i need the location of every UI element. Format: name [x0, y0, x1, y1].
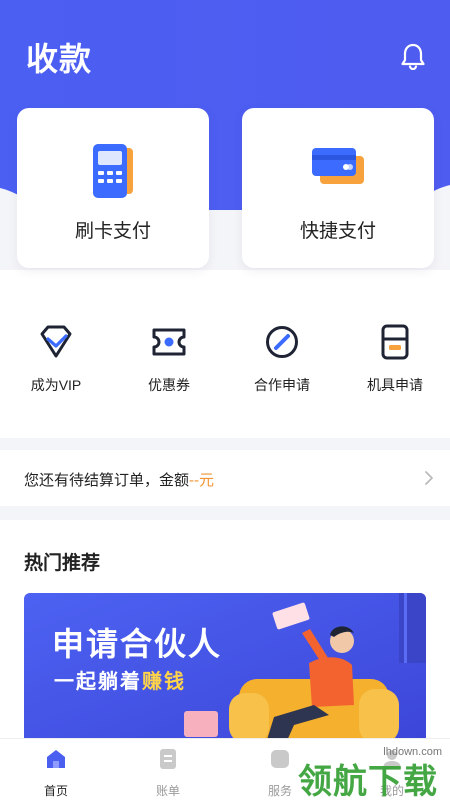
- tab-bills[interactable]: 账单: [138, 747, 198, 799]
- partner-banner[interactable]: 申请合伙人 一起躺着赚钱: [24, 593, 426, 743]
- watermark-logo: 领航下载: [298, 763, 438, 800]
- tab-home-label: 首页: [43, 784, 68, 798]
- device-icon: [381, 324, 409, 360]
- card-reader-icon: [93, 144, 133, 198]
- diamond-vip-icon: [40, 325, 72, 358]
- card-swipe-pay-label: 刷卡支付: [74, 221, 151, 242]
- banner-title: 申请合伙人: [52, 626, 223, 662]
- cooperation-icon: [266, 326, 298, 358]
- chevron-right-icon: [425, 471, 433, 485]
- cooperation-apply-button[interactable]: 合作申请: [226, 322, 338, 395]
- quick-pay-label: 快捷支付: [299, 221, 376, 242]
- become-vip-label: 成为VIP: [30, 377, 82, 393]
- card-swipe-pay-button[interactable]: 刷卡支付: [17, 108, 209, 268]
- service-icon: [271, 750, 289, 768]
- coupon-icon: [152, 328, 186, 356]
- tab-home[interactable]: 首页: [26, 747, 86, 799]
- bank-cards-icon: [312, 148, 364, 184]
- pending-settlement-text: 您还有待结算订单，金额--元: [24, 472, 215, 489]
- bill-icon: [160, 749, 176, 769]
- banner-subtitle: 一起躺着赚钱: [54, 671, 186, 693]
- become-vip-button[interactable]: 成为VIP: [0, 322, 112, 395]
- pending-settlement-row[interactable]: 您还有待结算订单，金额--元: [0, 450, 450, 506]
- coupon-label: 优惠券: [148, 377, 190, 393]
- device-apply-label: 机具申请: [367, 377, 423, 393]
- page-title: 收款: [26, 41, 93, 77]
- home-icon: [47, 750, 65, 768]
- recommend-section: 热门推荐 申请合伙人 一起躺着赚钱: [0, 520, 450, 743]
- pending-amount: --元: [189, 472, 215, 489]
- quick-pay-button[interactable]: 快捷支付: [242, 108, 434, 268]
- bell-icon[interactable]: [400, 42, 426, 70]
- cooperation-apply-label: 合作申请: [254, 377, 310, 393]
- recommend-title: 热门推荐: [24, 553, 101, 574]
- coupon-button[interactable]: 优惠券: [113, 322, 225, 395]
- device-apply-button[interactable]: 机具申请: [339, 322, 450, 395]
- tab-bills-label: 账单: [155, 784, 180, 798]
